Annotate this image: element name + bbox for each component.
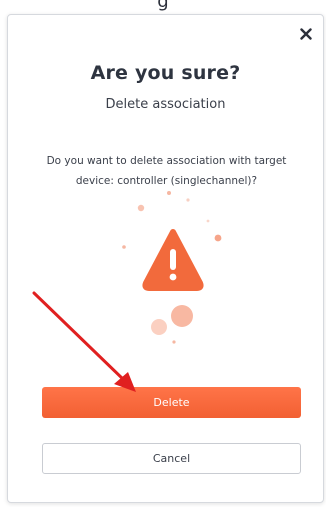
decor-dot [172,340,176,344]
dialog-message: Do you want to delete association with t… [46,155,287,187]
warning-triangle-icon [142,229,204,291]
decor-dot [206,219,210,223]
decor-bubble-small [151,319,167,335]
decor-dot [122,245,126,249]
delete-button[interactable]: Delete [42,387,301,418]
dialog-title: Are you sure? [90,62,241,84]
warning-illustration [122,191,222,344]
background-header-text: g [80,0,246,14]
decor-bubble-large [171,305,193,327]
decor-dot [214,234,222,242]
decor-dot [167,191,171,195]
decor-dot [186,198,190,202]
cancel-button[interactable]: Cancel [42,443,301,474]
decor-dot [137,204,145,212]
close-icon [300,28,312,40]
confirm-delete-dialog: Are you sure? Delete association Do you … [7,14,324,503]
background-header-partial-text: g [157,0,169,12]
close-button[interactable] [295,23,317,45]
dialog-subtitle: Delete association [105,97,226,112]
